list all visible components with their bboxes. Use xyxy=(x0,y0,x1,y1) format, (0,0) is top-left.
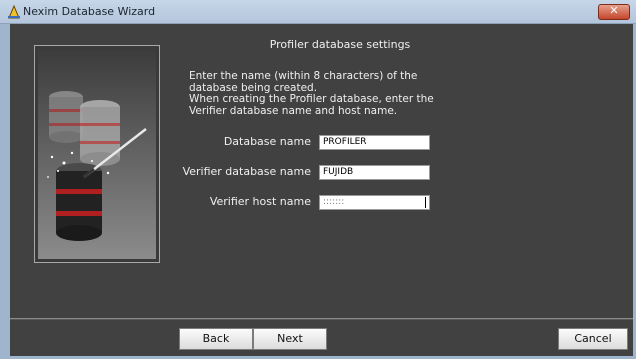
database-wizard-illustration xyxy=(38,49,156,259)
verifier-host-name-field[interactable]: ::::::: xyxy=(319,195,430,210)
window-border-left xyxy=(0,24,10,359)
cancel-button[interactable]: Cancel xyxy=(558,328,628,350)
illustration-graphic xyxy=(47,91,147,241)
wizard-window: Nexim Database Wizard ✕ Profiler databas… xyxy=(0,0,636,359)
close-button[interactable]: ✕ xyxy=(598,4,630,20)
text-caret xyxy=(425,197,426,208)
close-icon: ✕ xyxy=(609,4,619,17)
title-bar[interactable]: Nexim Database Wizard ✕ xyxy=(0,0,636,24)
wizard-hat-icon xyxy=(8,5,20,19)
wizard-client-area: Profiler database settings Enter the nam… xyxy=(10,24,633,356)
page-description: Enter the name (within 8 characters) of … xyxy=(189,70,434,117)
page-title: Profiler database settings xyxy=(269,38,411,51)
verifier-database-name-label: Verifier database name xyxy=(182,165,311,178)
back-button[interactable]: Back xyxy=(179,328,253,350)
window-title: Nexim Database Wizard xyxy=(23,5,156,18)
verifier-host-name-label: Verifier host name xyxy=(209,195,311,208)
database-name-field[interactable]: PROFILER xyxy=(319,135,430,150)
illustration-frame xyxy=(34,45,160,263)
button-separator-shadow xyxy=(10,319,633,320)
next-button[interactable]: Next xyxy=(253,328,327,350)
verifier-database-name-field[interactable]: FUJIDB xyxy=(319,165,430,180)
database-name-label: Database name xyxy=(223,135,311,148)
